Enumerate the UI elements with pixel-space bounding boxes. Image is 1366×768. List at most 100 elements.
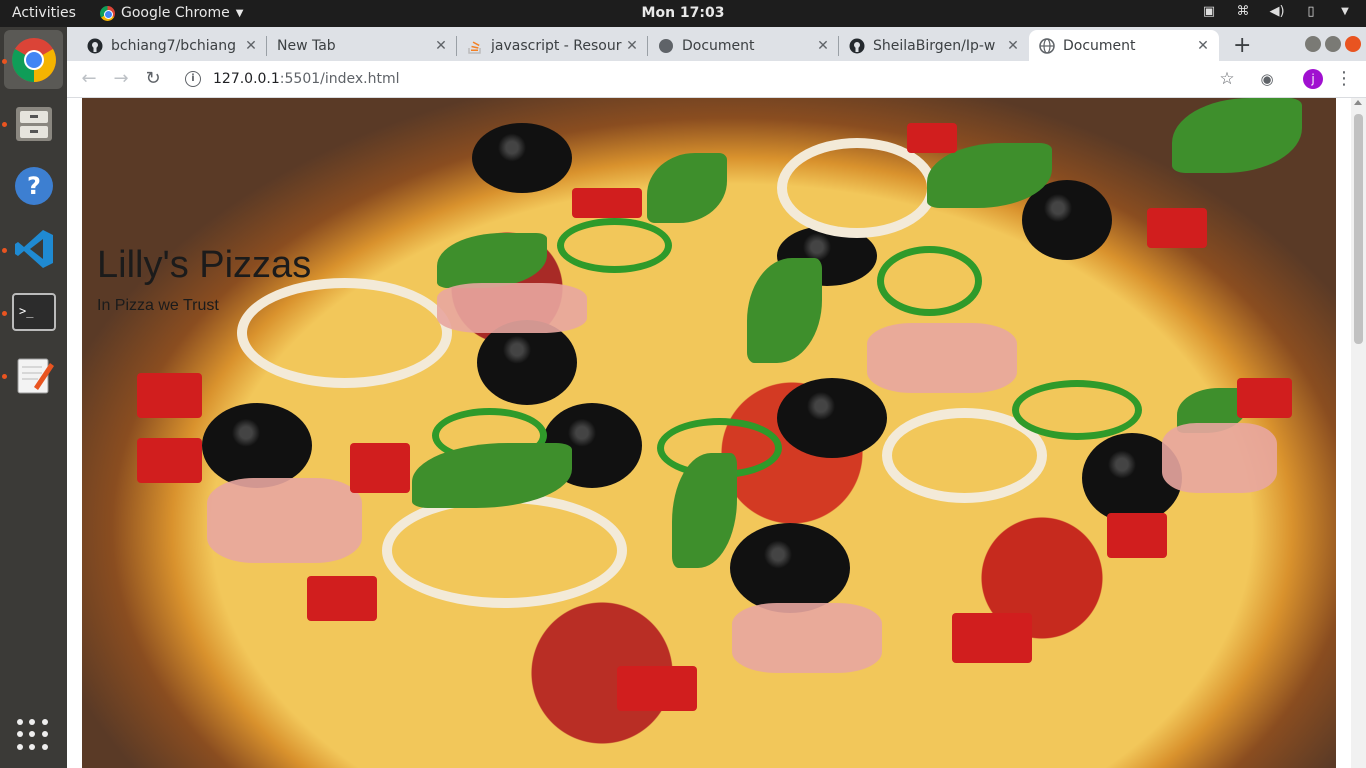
red-pepper-decoration [1237,378,1292,418]
page-viewport: Lilly's Pizzas In Pizza we Trust [67,98,1366,768]
back-arrow-icon[interactable]: ← [79,69,99,89]
red-pepper-decoration [907,123,957,153]
olive-decoration [472,123,572,193]
red-pepper-decoration [137,373,202,418]
network-icon[interactable]: ⌘ [1234,4,1252,20]
stackoverflow-icon [468,40,481,54]
tab-bchiang[interactable]: bchiang7/bchiang ✕ [77,30,267,61]
red-pepper-decoration [1147,208,1207,248]
new-tab-button[interactable]: + [1233,33,1251,58]
close-icon[interactable]: ✕ [433,38,449,54]
menu-kebab-icon[interactable]: ⋮ [1334,69,1354,89]
chevron-down-icon[interactable]: ▼ [1336,4,1354,20]
browser-window: bchiang7/bchiang ✕ New Tab ✕ javascript … [67,27,1366,768]
green-pepper-decoration [877,246,982,316]
close-icon[interactable]: ✕ [243,38,259,54]
onion-ring-decoration [777,138,937,238]
ham-decoration [437,283,587,333]
onion-ring-decoration [382,493,627,608]
dock-item-files[interactable] [4,93,63,152]
tab-strip: bchiang7/bchiang ✕ New Tab ✕ javascript … [67,27,1366,61]
dock-item-vscode[interactable] [4,219,63,278]
help-icon: ? [14,166,53,205]
maximize-button[interactable] [1325,36,1341,52]
show-apps-grid-icon[interactable] [17,719,49,751]
dock-item-help[interactable]: ? [4,156,63,215]
vscode-icon [14,229,53,268]
url-host: 127.0.0.1 [213,71,280,87]
basil-leaf-decoration [747,258,822,363]
close-icon[interactable]: ✕ [624,38,640,54]
chrome-icon [11,37,56,82]
basil-leaf-decoration [647,153,727,223]
github-icon [849,38,865,53]
red-pepper-decoration [307,576,377,621]
ham-decoration [1162,423,1277,493]
ham-decoration [207,478,362,563]
bookmark-star-icon[interactable]: ☆ [1217,69,1237,89]
olive-decoration [202,403,312,488]
dock-item-text-editor[interactable] [4,345,63,404]
info-icon[interactable]: i [185,71,201,87]
page-title: Lilly's Pizzas [97,244,312,286]
olive-decoration [777,378,887,458]
running-indicator [2,311,7,316]
dock-item-chrome[interactable] [4,30,63,89]
tab-document-1[interactable]: Document ✕ [648,30,839,61]
dock: ? >_ [0,27,67,768]
basil-leaf-decoration [437,233,547,288]
running-indicator [2,248,7,253]
ham-decoration [867,323,1017,393]
red-pepper-decoration [1107,513,1167,558]
hero-text: Lilly's Pizzas In Pizza we Trust [97,244,311,315]
volume-icon[interactable]: ◀) [1268,4,1286,20]
scroll-up-arrow-icon[interactable] [1354,100,1362,105]
close-icon[interactable]: ✕ [815,38,831,54]
scrollbar-thumb[interactable] [1354,114,1363,344]
red-pepper-decoration [350,443,410,493]
text-editor-icon [17,358,54,393]
green-pepper-decoration [557,218,672,273]
tab-sheilabirgen[interactable]: SheilaBirgen/Ip-w ✕ [839,30,1029,61]
forward-arrow-icon[interactable]: → [111,69,131,89]
ham-decoration [732,603,882,673]
tab-javascript[interactable]: javascript - Resour ✕ [457,30,648,61]
page-tagline: In Pizza we Trust [97,297,219,314]
tab-title: New Tab [277,37,336,54]
olive-decoration [730,523,850,613]
close-icon[interactable]: ✕ [1195,38,1211,54]
red-pepper-decoration [952,613,1032,663]
minimize-button[interactable] [1305,36,1321,52]
red-pepper-decoration [572,188,642,218]
video-icon[interactable]: ▣ [1200,4,1218,20]
reload-icon[interactable]: ↻ [143,69,163,89]
tab-title: Document [682,37,755,54]
battery-icon[interactable]: ▯ [1302,4,1320,20]
svg-text:>_: >_ [19,304,34,318]
svg-text:?: ? [27,172,41,200]
address-bar[interactable]: i 127.0.0.1:5501/index.html [173,64,1303,94]
tab-title: bchiang7/bchiang [111,37,236,54]
running-indicator [2,122,7,127]
terminal-icon: >_ [11,292,56,331]
browser-toolbar: ← → ↻ i 127.0.0.1:5501/index.html ☆ ◉ j … [67,61,1366,98]
red-pepper-decoration [137,438,202,483]
profile-avatar[interactable]: j [1303,69,1323,89]
green-pepper-decoration [1012,380,1142,440]
running-indicator [2,59,7,64]
basil-leaf-decoration [1172,98,1302,173]
url-path: :5501/index.html [279,71,400,87]
close-icon[interactable]: ✕ [1005,38,1021,54]
vertical-scrollbar[interactable] [1351,98,1366,768]
dock-item-terminal[interactable]: >_ [4,282,63,341]
tab-title: SheilaBirgen/Ip-w [873,37,996,54]
close-window-button[interactable] [1345,36,1361,52]
github-icon [87,38,103,53]
tab-title: Document [1063,37,1136,54]
hero-pizza-background: Lilly's Pizzas In Pizza we Trust [82,98,1336,768]
clock[interactable]: Mon 17:03 [0,5,1366,21]
extension-icon[interactable]: ◉ [1257,69,1277,89]
tab-document-active[interactable]: Document ✕ [1029,30,1219,61]
system-top-bar: Activities Google Chrome ▼ Mon 17:03 ▣ ⌘… [0,0,1366,27]
tab-new-tab[interactable]: New Tab ✕ [267,30,457,61]
